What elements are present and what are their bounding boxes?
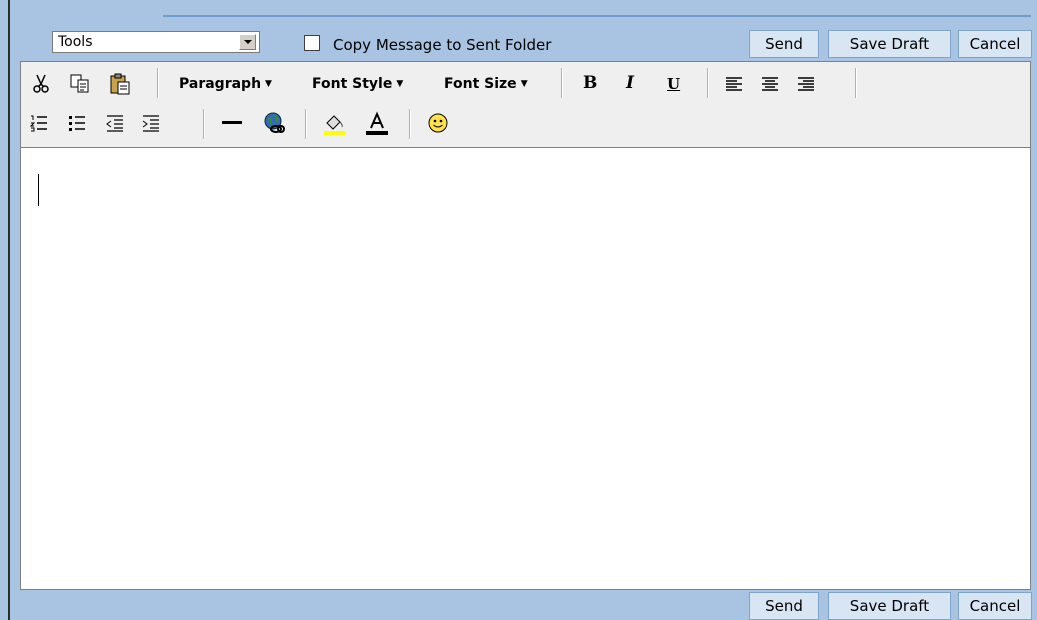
message-body-editor[interactable] (20, 148, 1031, 590)
send-button-bottom[interactable]: Send (749, 592, 819, 620)
toolbar-separator (707, 68, 709, 98)
font-style-label: Font Style (312, 76, 393, 92)
font-size-label: Font Size (444, 76, 517, 92)
editor-toolbar: Paragraph ▼ Font Style ▼ Font Size ▼ B I U (20, 61, 1031, 148)
align-right-icon[interactable] (795, 74, 817, 94)
chevron-down-icon: ▼ (520, 79, 528, 89)
save-draft-button-top[interactable]: Save Draft (828, 30, 951, 58)
toolbar-separator (203, 109, 205, 139)
toolbar-separator (855, 68, 857, 98)
align-left-icon[interactable] (723, 74, 745, 94)
cancel-button-bottom[interactable]: Cancel (958, 592, 1032, 620)
cut-icon[interactable] (29, 72, 53, 96)
paragraph-dropdown[interactable]: Paragraph ▼ (179, 76, 272, 92)
toolbar-separator (409, 109, 411, 139)
paragraph-label: Paragraph (179, 76, 262, 92)
send-button-top[interactable]: Send (749, 30, 819, 58)
chevron-down-icon: ▼ (396, 79, 404, 89)
insert-link-icon[interactable] (261, 110, 287, 136)
copy-to-sent-label: Copy Message to Sent Folder (333, 36, 552, 54)
left-border (8, 0, 10, 620)
copy-icon[interactable] (67, 72, 93, 96)
save-draft-button-bottom[interactable]: Save Draft (828, 592, 951, 620)
top-divider (163, 15, 1031, 17)
indent-icon[interactable] (139, 112, 163, 134)
toolbar-separator (561, 68, 563, 98)
copy-to-sent-checkbox[interactable] (304, 35, 320, 51)
toolbar-separator (157, 68, 159, 98)
cancel-button-top[interactable]: Cancel (958, 30, 1032, 58)
horizontal-rule-icon[interactable] (219, 112, 245, 134)
bold-button[interactable]: B (583, 73, 597, 93)
tools-select[interactable]: Tools (52, 31, 260, 53)
unordered-list-icon[interactable] (65, 112, 89, 134)
ordered-list-icon[interactable] (27, 112, 51, 134)
highlight-color-icon[interactable] (321, 109, 349, 137)
underline-button[interactable]: U (667, 75, 680, 93)
paste-icon[interactable] (107, 71, 133, 97)
font-color-icon[interactable] (363, 109, 391, 137)
font-size-dropdown[interactable]: Font Size ▼ (444, 76, 528, 92)
toolbar-separator (305, 109, 307, 139)
text-caret (38, 174, 39, 206)
chevron-down-icon[interactable] (239, 34, 256, 50)
tools-select-value: Tools (58, 34, 93, 50)
chevron-down-icon: ▼ (265, 79, 272, 89)
font-style-dropdown[interactable]: Font Style ▼ (312, 76, 403, 92)
outdent-icon[interactable] (103, 112, 127, 134)
emoticon-icon[interactable] (425, 110, 451, 136)
align-center-icon[interactable] (759, 74, 781, 94)
italic-button[interactable]: I (626, 73, 634, 93)
